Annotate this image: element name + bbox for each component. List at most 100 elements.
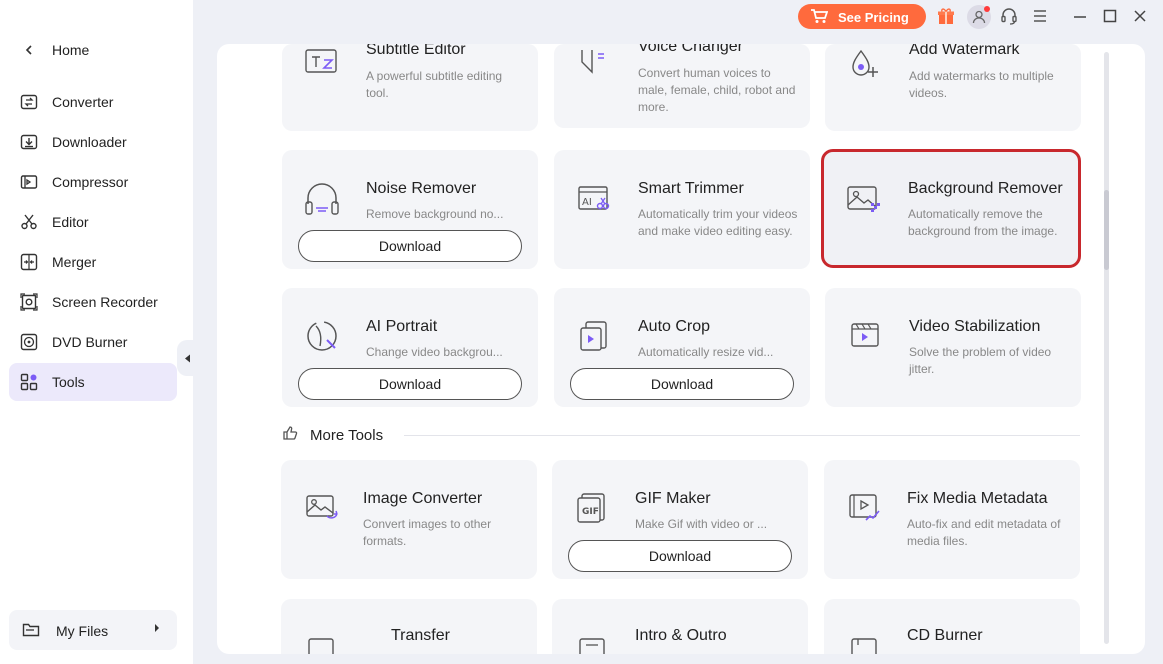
more-tools-title: More Tools [310,427,384,444]
collapse-sidebar-button[interactable] [177,340,197,376]
tool-description: Convert images to other formats. [363,517,492,548]
voice-changer-icon [574,44,614,84]
svg-text:GIF: GIF [582,507,599,517]
auto-crop-icon [574,316,614,356]
tool-title: Intro & Outro [635,627,727,644]
tool-card-transfer[interactable]: Transfer [281,599,537,654]
my-files-button[interactable]: My Files [9,610,177,650]
tool-card-fix-media-metadata[interactable]: Fix Media Metadata Auto-fix and edit met… [824,460,1080,579]
more-tools-section-header: More Tools [282,424,1082,446]
sidebar-item-downloader[interactable]: Downloader [9,123,177,161]
tool-title: Image Converter [363,490,483,507]
section-divider [404,435,1080,436]
downloader-icon [20,133,38,151]
tool-card-video-stabilization[interactable]: Video Stabilization Solve the problem of… [825,288,1081,407]
sidebar-item-merger[interactable]: Merger [9,243,177,281]
tool-title: Voice Changer [638,44,743,55]
tool-title: Video Stabilization [909,318,1041,335]
sidebar-item-label: DVD Burner [52,334,128,350]
intro-outro-icon [572,627,612,654]
my-files-label: My Files [56,623,109,639]
tool-description: Convert human voices to male, female, ch… [638,66,796,114]
tool-card-cd-burner[interactable]: CD Burner [824,599,1080,654]
sidebar-item-label: Screen Recorder [52,294,158,310]
tool-card-gif-maker[interactable]: GIF GIF Maker Make Gif with video or ...… [552,460,808,579]
tool-description: Solve the problem of video jitter. [909,345,1052,376]
tool-card-noise-remover[interactable]: Noise Remover Remove background no... Do… [282,150,538,269]
sidebar-item-editor[interactable]: Editor [9,203,177,241]
tool-card-voice-changer[interactable]: Voice Changer Convert human voices to ma… [554,44,810,128]
sidebar-item-home[interactable]: Home [9,31,177,69]
scrollbar-thumb[interactable] [1104,190,1109,270]
minimize-icon[interactable] [1070,6,1090,26]
sidebar-item-dvd-burner[interactable]: DVD Burner [9,323,177,361]
tool-card-background-remover[interactable]: Background Remover Automatically remove … [821,149,1081,268]
scissors-icon [20,213,38,231]
avatar[interactable] [967,5,991,29]
disc-icon [20,333,38,351]
tool-card-auto-crop[interactable]: Auto Crop Automatically resize vid... Do… [554,288,810,407]
sidebar-item-label: Downloader [52,134,127,150]
tool-title: AI Portrait [366,318,438,335]
sidebar-item-label: Home [52,42,90,58]
tool-title: Noise Remover [366,180,477,197]
ai-portrait-icon [302,316,342,356]
converter-icon [20,93,38,111]
menu-icon[interactable] [1030,6,1050,26]
tool-description: A powerful subtitle editing tool. [366,69,503,100]
tool-description: Automatically resize vid... [638,345,774,359]
scrollbar-track[interactable] [1104,52,1109,644]
tool-description: Automatically trim your videos and make … [638,207,798,238]
chevron-left-icon [20,41,38,59]
ai-portrait-download-button[interactable]: Download [298,368,522,400]
sidebar-item-compressor[interactable]: Compressor [9,163,177,201]
sidebar-item-screen-recorder[interactable]: Screen Recorder [9,283,177,321]
noise-remover-download-button[interactable]: Download [298,230,522,262]
cd-burner-icon [844,627,884,654]
tool-card-image-converter[interactable]: Image Converter Convert images to other … [281,460,537,579]
tool-card-smart-trimmer[interactable]: AI Smart Trimmer Automatically trim your… [554,150,810,269]
close-icon[interactable] [1130,6,1150,26]
tool-title: CD Burner [907,627,983,644]
tool-title: GIF Maker [635,490,711,507]
tool-title: Subtitle Editor [366,44,466,58]
chevron-right-icon [153,622,161,636]
tool-description: Auto-fix and edit metadata of media file… [907,517,1061,548]
thumbs-up-icon [282,425,298,446]
screen-recorder-icon [20,293,38,311]
tool-title: Background Remover [908,180,1063,197]
background-remover-icon [843,179,883,219]
folder-icon [22,622,40,641]
auto-crop-download-button[interactable]: Download [570,368,794,400]
tool-title: Transfer [391,627,450,644]
tools-grid-icon [20,373,38,391]
smart-trimmer-icon: AI [574,180,614,220]
gift-icon[interactable] [936,6,956,26]
maximize-icon[interactable] [1100,6,1120,26]
sidebar-item-label: Tools [52,374,85,390]
tool-card-add-watermark[interactable]: Add Watermark Add watermarks to multiple… [825,44,1081,131]
noise-remover-headphones-icon [302,180,342,220]
headset-icon[interactable] [999,6,1019,26]
tool-title: Fix Media Metadata [907,490,1048,507]
see-pricing-button[interactable]: See Pricing [798,4,926,29]
video-stabilization-icon [845,314,885,354]
tool-card-ai-portrait[interactable]: AI Portrait Change video backgrou... Dow… [282,288,538,407]
notification-dot [984,6,990,12]
sidebar-item-converter[interactable]: Converter [9,83,177,121]
tool-card-subtitle-editor[interactable]: Subtitle Editor A powerful subtitle edit… [282,44,538,131]
subtitle-editor-icon [302,44,342,84]
cart-icon [810,9,829,27]
sidebar-item-label: Compressor [52,174,129,190]
merger-icon [20,253,38,271]
sidebar-item-tools[interactable]: Tools [9,363,177,401]
gif-maker-download-button[interactable]: Download [568,540,792,572]
transfer-icon [301,627,341,654]
tool-title: Auto Crop [638,318,711,335]
tool-description: Remove background no... [366,207,504,221]
watermark-icon [845,44,885,84]
compressor-icon [20,173,38,191]
fix-media-metadata-icon [844,488,884,528]
svg-text:AI: AI [582,197,592,208]
tool-card-intro-outro[interactable]: Intro & Outro [552,599,808,654]
